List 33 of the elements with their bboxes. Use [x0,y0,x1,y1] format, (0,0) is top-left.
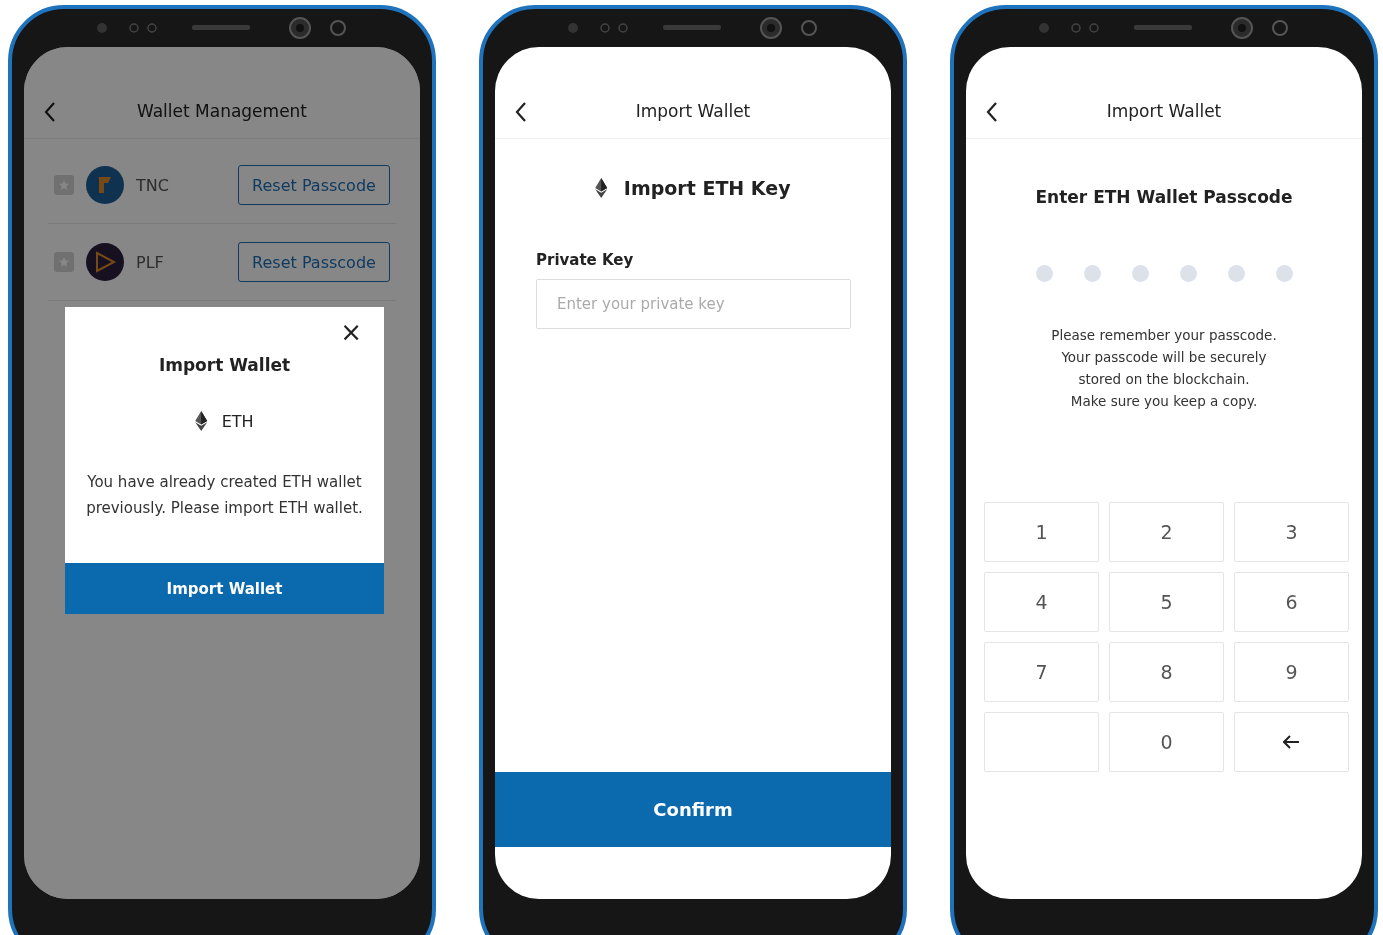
coin-logo-icon [86,166,124,204]
keypad-key[interactable]: 5 [1109,572,1224,632]
passcode-notice: Please remember your passcode. Your passcode will be securely stored on the blockchain. Make sure you keep a copy. [1050,326,1278,411]
keypad-key[interactable]: 0 [1109,712,1224,772]
close-button[interactable]: × [340,319,362,345]
keypad-key[interactable]: 1 [984,502,1099,562]
coin-name: PLF [136,252,165,272]
keypad-key[interactable]: 9 [1234,642,1349,702]
coin-logo-icon [86,243,124,281]
ethereum-icon [595,178,608,198]
keypad-key[interactable]: 3 [1234,502,1349,562]
keypad-key[interactable]: 4 [984,572,1099,632]
dialog-message: You have already created ETH wallet previously. Please import ETH wallet. [85,472,364,519]
keypad-key[interactable]: 8 [1109,642,1224,702]
screen-title: Import Wallet [1106,101,1222,121]
back-chevron-icon[interactable] [986,101,998,123]
dialog-title: Import Wallet [158,355,291,375]
import-wallet-button[interactable]: Import Wallet [65,563,384,614]
left-arrow-icon [1283,735,1300,749]
keypad-key[interactable]: 6 [1234,572,1349,632]
screen-title: Wallet Management [136,101,308,121]
coin-label: ETH [221,411,254,431]
field-label: Private Key [536,251,635,269]
section-heading: Import ETH Key [623,177,791,199]
confirm-button[interactable]: Confirm [495,772,891,847]
keypad-key[interactable]: 2 [1109,502,1224,562]
coin-name: TNC [136,175,170,195]
back-chevron-icon[interactable] [515,101,527,123]
section-heading: Enter ETH Wallet Passcode [1035,187,1293,207]
screen-title: Import Wallet [635,101,751,121]
private-key-field[interactable]: Enter your private key [536,279,851,329]
ethereum-icon [195,411,208,431]
keypad-key[interactable]: 7 [984,642,1099,702]
